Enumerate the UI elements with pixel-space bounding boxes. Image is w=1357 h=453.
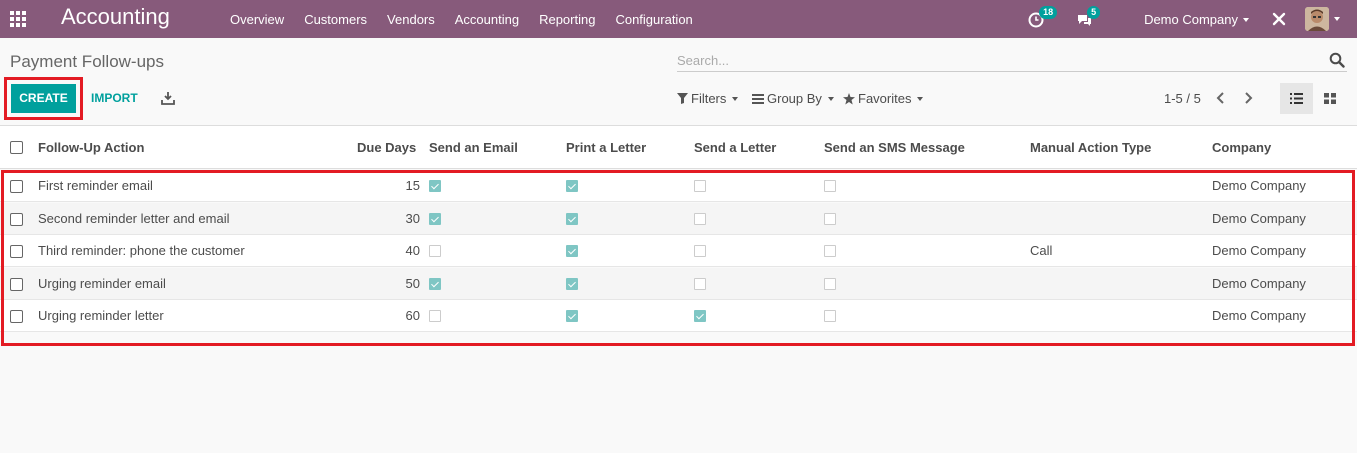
kanban-view-button[interactable] — [1313, 83, 1346, 114]
filter-icon — [677, 93, 688, 104]
list-icon — [752, 93, 764, 104]
import-button[interactable]: IMPORT — [91, 91, 138, 105]
column-header-company[interactable]: Company — [1212, 140, 1271, 155]
download-icon[interactable] — [161, 91, 175, 105]
column-header-print-letter[interactable]: Print a Letter — [566, 140, 646, 155]
column-header-followup-action[interactable]: Follow-Up Action — [38, 140, 144, 155]
favorites-label: Favorites — [858, 91, 912, 106]
apps-menu-icon[interactable] — [8, 9, 28, 29]
column-header-send-email[interactable]: Send an Email — [429, 140, 518, 155]
groupby-label: Group By — [767, 91, 822, 106]
message-count-badge: 5 — [1087, 6, 1101, 19]
search-input[interactable] — [677, 50, 1317, 70]
page-title: Payment Follow-ups — [10, 52, 165, 71]
create-highlight-box — [4, 77, 83, 120]
top-navbar: Accounting Overview Customers Vendors Ac… — [0, 0, 1357, 38]
search-icon[interactable] — [1329, 52, 1345, 68]
menu-item-customers[interactable]: Customers — [304, 12, 367, 27]
rows-highlight-box — [1, 170, 1355, 346]
main-menu: Overview Customers Vendors Accounting Re… — [230, 0, 713, 38]
activity-count-badge: 18 — [1039, 6, 1058, 19]
menu-item-overview[interactable]: Overview — [230, 12, 284, 27]
select-all-checkbox[interactable] — [10, 141, 23, 154]
filters-dropdown[interactable]: Filters — [677, 91, 739, 106]
activity-menu[interactable]: 18 — [1028, 6, 1058, 29]
systray: 18 5 Demo Company — [1028, 0, 1357, 38]
column-header-send-letter[interactable]: Send a Letter — [694, 140, 776, 155]
column-header-manual-action[interactable]: Manual Action Type — [1030, 140, 1151, 155]
list-view-icon — [1290, 93, 1303, 104]
groupby-dropdown[interactable]: Group By — [752, 91, 834, 106]
favorites-dropdown[interactable]: Favorites — [843, 91, 924, 106]
chevron-left-icon[interactable] — [1214, 91, 1228, 105]
kanban-view-icon — [1323, 93, 1336, 104]
pager-value[interactable]: 1-5 / 5 — [1164, 91, 1201, 106]
table-header: Follow-Up Action Due Days Send an Email … — [0, 125, 1357, 169]
search-bar — [677, 50, 1347, 72]
chevron-down-icon — [917, 96, 924, 101]
user-menu[interactable] — [1305, 7, 1340, 31]
list-view-button[interactable] — [1280, 83, 1313, 114]
company-switcher[interactable]: Demo Company — [1144, 12, 1249, 27]
star-icon — [843, 92, 855, 104]
chevron-down-icon — [732, 96, 739, 101]
company-name: Demo Company — [1144, 11, 1238, 27]
menu-item-reporting[interactable]: Reporting — [539, 12, 595, 27]
menu-item-vendors[interactable]: Vendors — [387, 12, 435, 27]
messaging-menu[interactable]: 5 — [1076, 6, 1102, 29]
chevron-down-icon — [1243, 18, 1249, 23]
app-name: Accounting — [61, 4, 170, 29]
menu-item-accounting[interactable]: Accounting — [455, 12, 519, 27]
user-avatar — [1305, 7, 1329, 31]
debug-tools-icon[interactable] — [1269, 9, 1289, 29]
menu-item-configuration[interactable]: Configuration — [615, 12, 692, 27]
chevron-down-icon — [827, 96, 834, 101]
column-header-send-sms[interactable]: Send an SMS Message — [824, 140, 965, 155]
chevron-down-icon — [1334, 17, 1340, 21]
filters-label: Filters — [691, 91, 727, 106]
chevron-right-icon[interactable] — [1241, 91, 1255, 105]
column-header-due-days[interactable]: Due Days — [357, 140, 416, 155]
